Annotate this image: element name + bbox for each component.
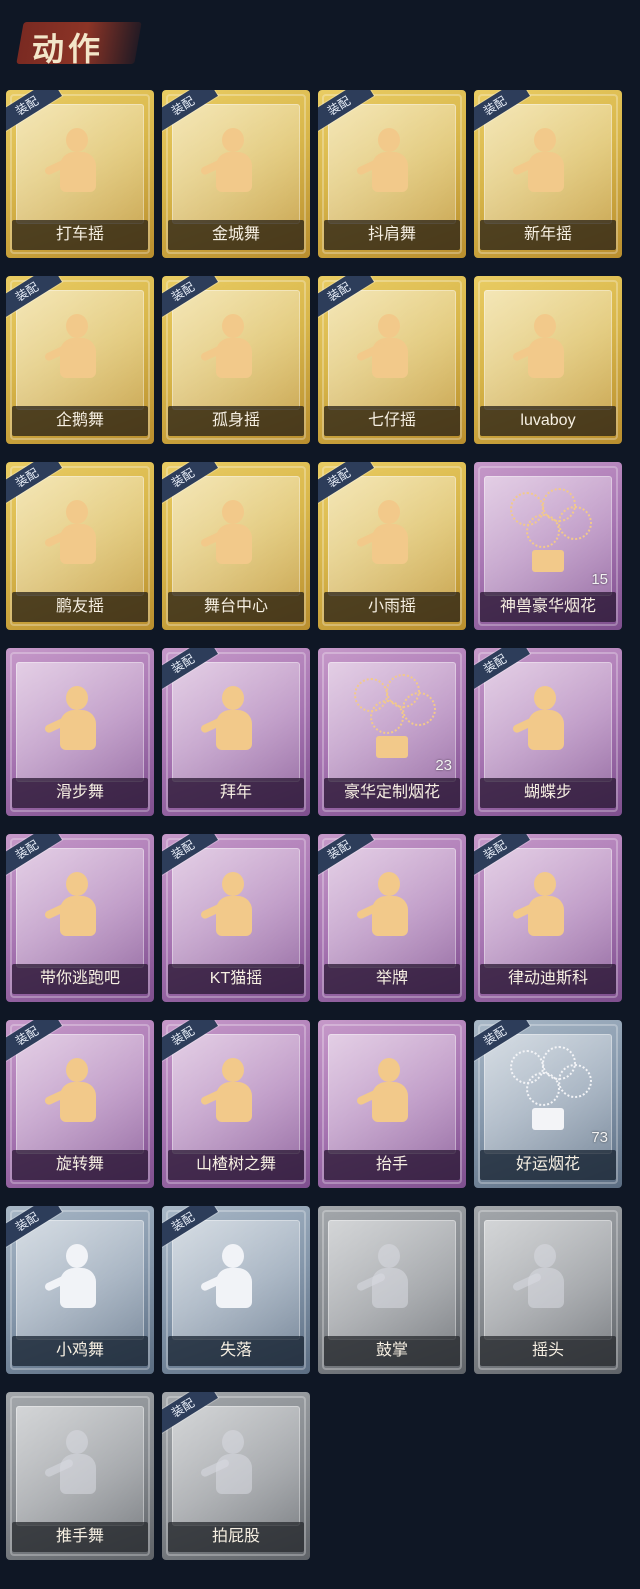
dance-figure-icon xyxy=(511,866,578,946)
dance-figure-icon xyxy=(511,1238,578,1318)
dance-figure-icon xyxy=(43,494,110,574)
emote-card[interactable]: 抖肩舞 装配 xyxy=(318,90,466,258)
emote-card[interactable]: 举牌 装配 xyxy=(318,834,466,1002)
sign-figure-icon xyxy=(355,866,422,946)
card-label: 小鸡舞 xyxy=(55,1342,104,1359)
emote-card[interactable]: 73 好运烟花 装配 xyxy=(474,1020,622,1188)
card-label: 孤身摇 xyxy=(211,412,260,429)
emote-card[interactable]: 七仔摇 装配 xyxy=(318,276,466,444)
emote-card[interactable]: 15 神兽豪华烟花 xyxy=(474,462,622,630)
emote-card[interactable]: 拜年 装配 xyxy=(162,648,310,816)
emote-card[interactable]: 鼓掌 xyxy=(318,1206,466,1374)
dance-figure-icon xyxy=(43,122,110,202)
dance-figure-icon xyxy=(199,866,266,946)
emote-card[interactable]: 鹏友摇 装配 xyxy=(6,462,154,630)
emote-card[interactable]: 推手舞 xyxy=(6,1392,154,1560)
emote-card[interactable]: 滑步舞 xyxy=(6,648,154,816)
emote-card[interactable]: KT猫摇 装配 xyxy=(162,834,310,1002)
card-label: KT猫摇 xyxy=(209,970,263,987)
card-label: 拍屁股 xyxy=(211,1528,260,1545)
card-label: 举牌 xyxy=(375,970,408,987)
dance-figure-icon xyxy=(199,308,266,388)
card-label: 好运烟花 xyxy=(515,1156,580,1173)
card-label: 企鹅舞 xyxy=(55,412,104,429)
card-label: 旋转舞 xyxy=(55,1156,104,1173)
dance-figure-icon xyxy=(199,1424,266,1504)
emote-card[interactable]: 山楂树之舞 装配 xyxy=(162,1020,310,1188)
card-label: 失落 xyxy=(219,1342,252,1359)
dance-figure-icon xyxy=(43,866,110,946)
dance-figure-icon xyxy=(511,308,578,388)
dance-figure-icon xyxy=(199,122,266,202)
emote-card[interactable]: 小鸡舞 装配 xyxy=(6,1206,154,1374)
dance-figure-icon xyxy=(43,680,110,760)
card-label: 抖肩舞 xyxy=(367,226,416,243)
emote-card[interactable]: luvaboy xyxy=(474,276,622,444)
dance-figure-icon xyxy=(355,308,422,388)
card-label: 新年摇 xyxy=(523,226,572,243)
card-label: 抬手 xyxy=(375,1156,408,1173)
dance-figure-icon xyxy=(43,308,110,388)
emote-card[interactable]: 打车摇 装配 xyxy=(6,90,154,258)
dance-figure-icon xyxy=(199,1052,266,1132)
card-label: 豪华定制烟花 xyxy=(343,784,440,801)
card-label: 山楂树之舞 xyxy=(195,1156,276,1173)
dance-figure-icon xyxy=(511,680,578,760)
emote-card[interactable]: 企鹅舞 装配 xyxy=(6,276,154,444)
card-label: 推手舞 xyxy=(55,1528,104,1545)
emote-card[interactable]: 失落 装配 xyxy=(162,1206,310,1374)
item-count: 73 xyxy=(591,1129,608,1146)
dance-figure-icon xyxy=(355,122,422,202)
spin-figure-icon xyxy=(43,1052,110,1132)
card-label: 神兽豪华烟花 xyxy=(499,598,596,615)
fireworks-icon xyxy=(508,488,592,578)
dance-figure-icon xyxy=(511,122,578,202)
crawl-figure-icon xyxy=(199,1238,266,1318)
card-label: 滑步舞 xyxy=(55,784,104,801)
bow-figure-icon xyxy=(199,680,266,760)
section-header: 动作 xyxy=(8,8,142,74)
emote-card[interactable]: 孤身摇 装配 xyxy=(162,276,310,444)
card-label: luvaboy xyxy=(520,412,576,429)
dance-figure-icon xyxy=(199,494,266,574)
emote-card[interactable]: 舞台中心 装配 xyxy=(162,462,310,630)
card-label: 七仔摇 xyxy=(367,412,416,429)
card-label: 鼓掌 xyxy=(375,1342,408,1359)
emote-card[interactable]: 摇头 xyxy=(474,1206,622,1374)
dance-figure-icon xyxy=(43,1238,110,1318)
fireworks-icon xyxy=(508,1046,592,1136)
card-label: 舞台中心 xyxy=(203,598,268,615)
card-label: 小雨摇 xyxy=(367,598,416,615)
dance-figure-icon xyxy=(355,494,422,574)
card-label: 摇头 xyxy=(531,1342,564,1359)
clap-icon xyxy=(355,1238,422,1318)
item-count: 23 xyxy=(435,757,452,774)
page-title: 动作 xyxy=(32,31,105,67)
emote-card[interactable]: 金城舞 装配 xyxy=(162,90,310,258)
emote-card[interactable]: 蝴蝶步 装配 xyxy=(474,648,622,816)
emote-card[interactable]: 23 豪华定制烟花 xyxy=(318,648,466,816)
emote-card[interactable]: 旋转舞 装配 xyxy=(6,1020,154,1188)
item-count: 15 xyxy=(591,571,608,588)
emote-card[interactable]: 带你逃跑吧 装配 xyxy=(6,834,154,1002)
card-label: 拜年 xyxy=(219,784,252,801)
emote-card[interactable]: 拍屁股 装配 xyxy=(162,1392,310,1560)
card-label: 打车摇 xyxy=(55,226,104,243)
card-label: 蝴蝶步 xyxy=(523,784,572,801)
raise-hand-icon xyxy=(355,1052,422,1132)
emote-card[interactable]: 小雨摇 装配 xyxy=(318,462,466,630)
emote-card[interactable]: 律动迪斯科 装配 xyxy=(474,834,622,1002)
card-label: 鹏友摇 xyxy=(55,598,104,615)
card-label: 金城舞 xyxy=(211,226,260,243)
dance-figure-icon xyxy=(43,1424,110,1504)
emote-card[interactable]: 抬手 xyxy=(318,1020,466,1188)
card-label: 带你逃跑吧 xyxy=(39,970,120,987)
card-label: 律动迪斯科 xyxy=(507,970,588,987)
fireworks-icon xyxy=(352,674,436,764)
emote-card[interactable]: 新年摇 装配 xyxy=(474,90,622,258)
